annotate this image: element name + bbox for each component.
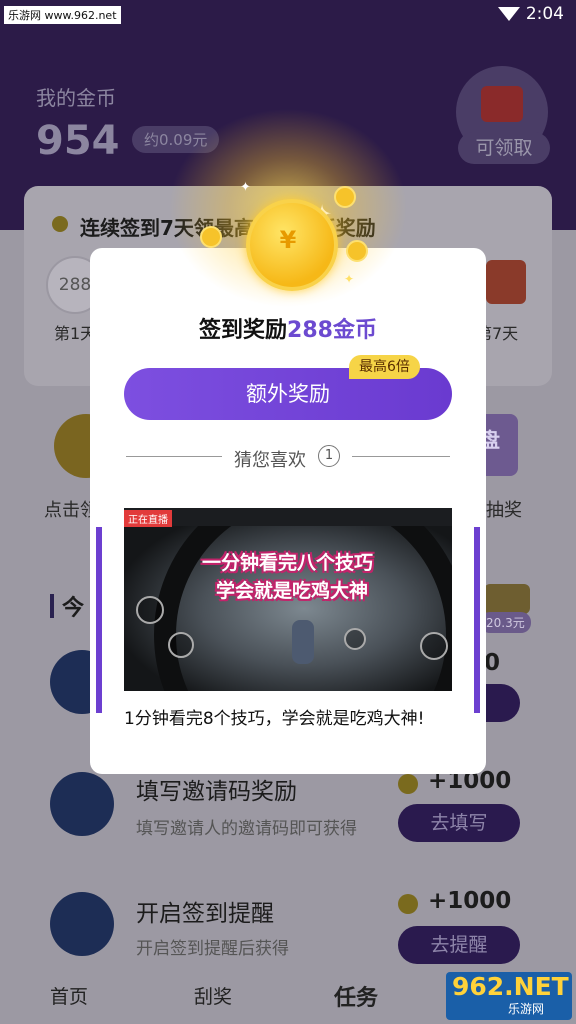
treasure-chest-icon [486,260,526,304]
live-tag: 正在直播 [124,510,172,527]
divider [352,456,450,457]
watermark-site: 乐游网 [508,1002,545,1016]
dialog-title-prefix: 签到奖励 [199,318,288,343]
guess-index-badge: 1 [318,445,340,467]
status-watermark: 乐游网 www.962.net [4,6,121,24]
nav-home[interactable]: 首页 [50,982,88,1009]
fire-button-icon [420,632,448,660]
task-subtitle: 填写邀请人的邀请码即可获得 [136,819,357,839]
video-hud-bar [124,508,452,526]
feature-right-label: 抽奖 [486,500,522,521]
enable-reminder-button[interactable]: 去提醒 [398,926,520,964]
video-caption-line2: 学会就是吃鸡大神 [216,580,369,602]
small-coin-icon [334,186,356,208]
dialog-title-amount: 288金币 [287,318,377,343]
video-caption-line1: 一分钟看完八个技巧 [202,552,374,574]
claim-button[interactable]: 可领取 [458,132,550,164]
wallet-amount: 20.3元 [480,612,531,633]
video-title[interactable]: 1分钟看完8个技巧，学会就是吃鸡大神! [124,706,452,732]
fill-invite-button[interactable]: 去填写 [398,804,520,842]
nav-scratch[interactable]: 刮奖 [194,982,232,1009]
task-reward: +1000 [428,888,512,914]
coins-value: 954 [36,118,120,164]
hud-button [136,596,164,624]
sparkle-icon: ✦ [344,272,355,286]
watermark-brand: 962.NET [452,972,569,1001]
player-figure [292,620,314,664]
task-title: 开启签到提醒 [136,901,274,927]
ticket-icon [50,772,114,836]
status-time: 2:04 [525,4,564,24]
carousel-indicator-right [474,527,480,713]
small-coin-icon [200,226,222,248]
joystick-icon [168,632,194,658]
guess-label: 猜您喜欢 [234,450,306,471]
video-thumbnail[interactable]: 正在直播 一分钟看完八个技巧 学会就是吃鸡大神 [124,508,452,691]
task-reward-partial: 0 [484,650,501,676]
site-watermark: 962.NET 乐游网 [446,972,572,1020]
section-title: 今 [62,596,85,621]
redpacket-icon [481,86,523,122]
nav-tasks[interactable]: 任务 [334,980,378,1012]
carousel-indicator-left [96,527,102,713]
wallet-icon [484,584,530,614]
divider [126,456,222,457]
small-coin-icon [346,240,368,262]
coin-icon [398,774,418,794]
coins-label: 我的金币 [36,86,116,110]
sparkle-icon: ✦ [240,180,251,195]
yuan-icon: ¥ [279,226,297,254]
wifi-icon [498,7,520,21]
coin-icon [52,216,68,232]
task-subtitle: 开启签到提醒后获得 [136,939,289,959]
section-marker [50,594,54,618]
coin-icon [398,894,418,914]
max-multiplier-badge: 最高6倍 [349,355,420,379]
task-title: 填写邀请码奖励 [136,779,297,805]
hud-button [344,628,366,650]
dialog-title: 签到奖励288金币 [90,312,486,344]
calendar-icon [50,892,114,956]
